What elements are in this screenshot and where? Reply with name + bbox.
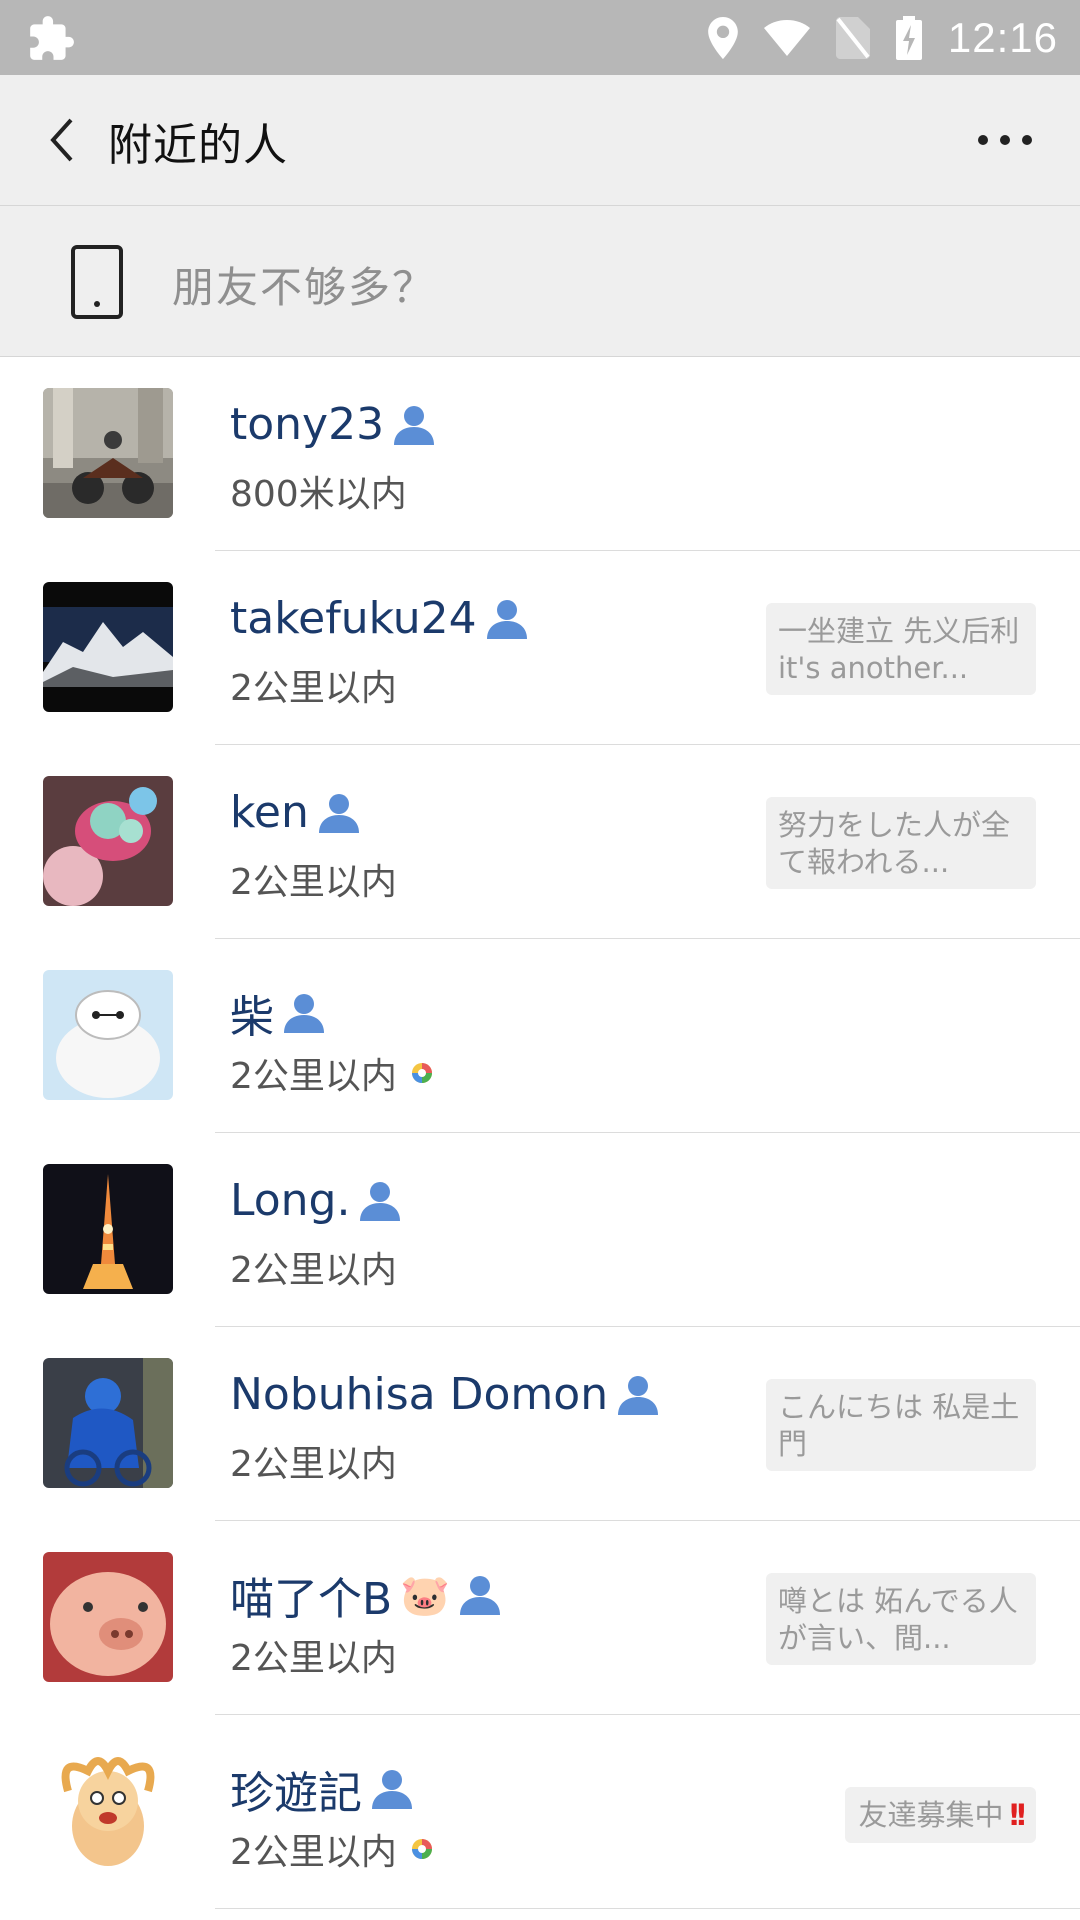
wifi-icon [763, 19, 810, 56]
signature-text: 努力をした人が全て報われる... [778, 808, 1011, 879]
signature-text: 友達募集中 [858, 1798, 1004, 1832]
distance-label: 2公里以内 [230, 862, 397, 903]
promo-text: 朋友不够多？ [172, 263, 437, 312]
more-dots-icon [978, 135, 1032, 145]
distance-label: 2公里以内 [230, 1250, 397, 1291]
people-list: tony23 800米以内 takefuku24 2公里以内 一坐建立 先义后利… [0, 357, 1080, 1909]
signature-text: 噂とは 妬んでる人が言い、間... [778, 1584, 1018, 1655]
list-item[interactable]: tony23 800米以内 [0, 357, 1080, 551]
person-name: Nobuhisa Domon [230, 1369, 609, 1420]
status-bar: 12:16 [0, 0, 1080, 75]
battery-charging-icon [895, 15, 922, 60]
puzzle-icon [26, 14, 76, 64]
chevron-left-icon [50, 118, 73, 162]
signature-bubble: 努力をした人が全て報われる... [766, 797, 1036, 889]
distance-label: 2公里以内 [230, 1638, 397, 1679]
list-item[interactable]: Long. 2公里以内 [0, 1133, 1080, 1327]
list-item[interactable]: 柴 2公里以内 [0, 939, 1080, 1133]
app-bar: 附近的人 [0, 75, 1080, 206]
avatar [43, 776, 173, 906]
distance-label: 2公里以内 [230, 1444, 397, 1485]
distance-label: 2公里以内 [230, 1832, 397, 1873]
person-name: 喵了个B [230, 1574, 393, 1625]
list-item[interactable]: ken 2公里以内 努力をした人が全て報われる... [0, 745, 1080, 939]
signature-bubble: 一坐建立 先义后利 it's another... [766, 603, 1036, 695]
person-icon [372, 1770, 412, 1809]
person-icon [486, 599, 527, 639]
person-name: takefuku24 [230, 593, 477, 644]
distance-label: 2公里以内 [230, 668, 397, 709]
person-name: 柴 [230, 992, 274, 1043]
status-time: 12:16 [947, 13, 1058, 61]
avatar [43, 1746, 173, 1876]
list-item[interactable]: takefuku24 2公里以内 一坐建立 先义后利 it's another.… [0, 551, 1080, 745]
signature-bubble: 噂とは 妬んでる人が言い、間... [766, 1573, 1036, 1665]
person-icon [460, 1576, 500, 1615]
avatar [43, 1358, 173, 1488]
person-icon [318, 793, 359, 833]
avatar [43, 388, 173, 518]
more-button[interactable] [970, 115, 1040, 165]
avatar [43, 1164, 173, 1294]
list-item[interactable]: Nobuhisa Domon 2公里以内 こんにちは 私是土門 [0, 1327, 1080, 1521]
list-item[interactable]: 喵了个B 🐷 2公里以内 噂とは 妬んでる人が言い、間... [0, 1521, 1080, 1715]
location-icon [708, 16, 738, 59]
avatar [43, 970, 173, 1100]
signature-text: こんにちは 私是土門 [778, 1390, 1020, 1461]
person-name: Long. [230, 1175, 351, 1226]
moments-icon [411, 1839, 432, 1859]
friends-promo-row[interactable]: 朋友不够多？ [0, 206, 1080, 357]
page-title: 附近的人 [108, 120, 288, 171]
avatar [43, 582, 173, 712]
no-sim-icon [835, 16, 870, 59]
person-icon [618, 1375, 659, 1415]
person-icon [394, 405, 435, 445]
distance-label: 800米以内 [230, 474, 407, 515]
phone-icon [71, 245, 123, 319]
list-item[interactable]: 珍遊記 2公里以内 友達募集中!! [0, 1715, 1080, 1909]
avatar [43, 1552, 173, 1682]
pig-emoji: 🐷 [400, 1572, 450, 1619]
person-name: 珍遊記 [230, 1768, 362, 1819]
double-exclamation-icon: !! [1007, 1798, 1029, 1832]
moments-icon [411, 1063, 432, 1083]
person-icon [360, 1181, 401, 1221]
signature-bubble: こんにちは 私是土門 [766, 1379, 1036, 1471]
back-button[interactable] [28, 105, 98, 175]
signature-bubble: 友達募集中!! [844, 1787, 1036, 1843]
signature-text: 一坐建立 先义后利 it's another... [778, 614, 1020, 685]
distance-label: 2公里以内 [230, 1056, 397, 1097]
person-name: ken [230, 787, 309, 838]
person-name: tony23 [230, 399, 385, 450]
person-icon [284, 994, 324, 1033]
